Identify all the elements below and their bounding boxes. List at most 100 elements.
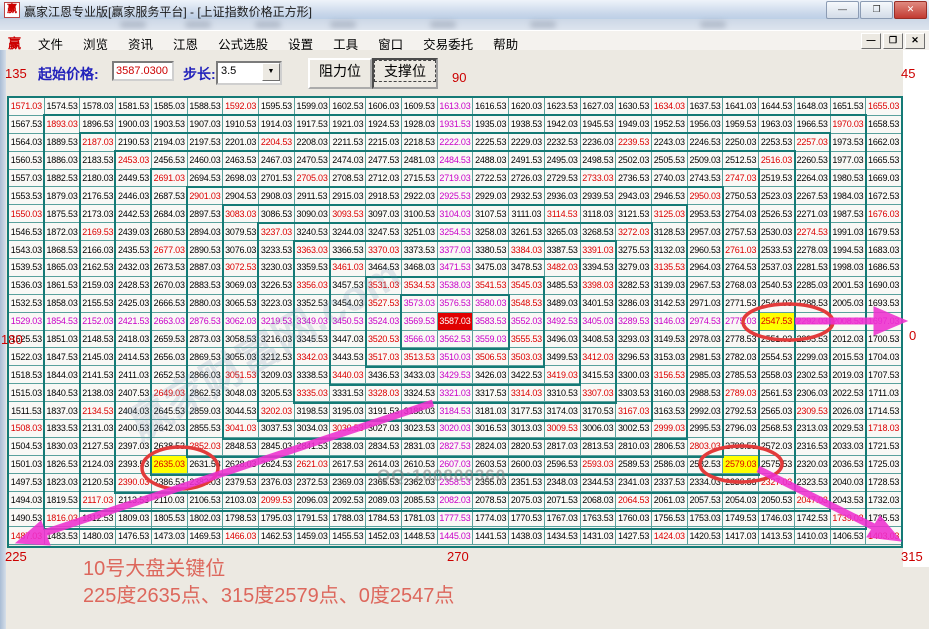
grid-cell[interactable]: 2477.53 <box>366 151 402 169</box>
grid-cell[interactable]: 3268.53 <box>580 223 616 241</box>
grid-cell[interactable]: 2341.03 <box>616 473 652 491</box>
grid-cell[interactable]: 3181.03 <box>473 402 509 420</box>
grid-cell[interactable]: 2393.53 <box>116 455 152 473</box>
grid-cell[interactable]: 2166.03 <box>80 241 116 259</box>
grid-cell[interactable]: 3398.03 <box>580 276 616 294</box>
grid-cell[interactable]: 1718.03 <box>866 420 902 438</box>
grid-cell[interactable]: 3079.53 <box>223 223 259 241</box>
grid-cell[interactable]: 3027.03 <box>366 420 402 438</box>
grid-cell[interactable]: 2446.03 <box>116 187 152 205</box>
grid-cell[interactable]: 1697.03 <box>866 312 902 330</box>
grid-cell[interactable]: 2939.53 <box>580 187 616 205</box>
grid-cell[interactable]: 1648.03 <box>794 98 830 116</box>
grid-cell[interactable]: 3090.03 <box>294 205 330 223</box>
grid-cell[interactable]: 3125.03 <box>651 205 687 223</box>
grid-cell[interactable]: 1963.03 <box>759 115 795 133</box>
grid-cell[interactable]: 3310.53 <box>544 384 580 402</box>
grid-cell[interactable]: 1739.03 <box>830 509 866 527</box>
grid-cell[interactable]: 3510.03 <box>437 348 473 366</box>
grid-cell[interactable]: 2022.53 <box>830 384 866 402</box>
grid-cell[interactable]: 3107.53 <box>473 205 509 223</box>
grid-cell[interactable]: 2897.53 <box>187 205 223 223</box>
grid-cell[interactable]: 1606.03 <box>366 98 402 116</box>
grid-cell[interactable]: 1756.53 <box>651 509 687 527</box>
grid-cell[interactable]: 1616.53 <box>473 98 509 116</box>
grid-cell[interactable]: 2316.53 <box>794 437 830 455</box>
grid-cell[interactable]: 2999.03 <box>651 420 687 438</box>
grid-cell[interactable]: 1721.53 <box>866 437 902 455</box>
grid-cell[interactable]: 3016.53 <box>473 420 509 438</box>
grid-cell[interactable]: 2274.53 <box>794 223 830 241</box>
grid-cell[interactable]: 1623.53 <box>544 98 580 116</box>
grid-cell[interactable]: 2929.03 <box>473 187 509 205</box>
mdi-restore-button[interactable]: ❐ <box>883 33 903 49</box>
grid-cell[interactable]: 1508.03 <box>9 420 45 438</box>
grid-cell[interactable]: 2183.53 <box>80 151 116 169</box>
grid-cell[interactable]: 3384.03 <box>509 241 545 259</box>
grid-cell[interactable]: 2554.53 <box>759 348 795 366</box>
grid-cell[interactable]: 3198.53 <box>294 402 330 420</box>
grid-cell[interactable]: 2754.03 <box>723 205 759 223</box>
grid-cell[interactable]: 2015.53 <box>830 348 866 366</box>
grid-cell[interactable]: 2299.03 <box>794 348 830 366</box>
grid-cell[interactable]: 2813.53 <box>580 437 616 455</box>
grid-cell[interactable]: 2435.53 <box>116 241 152 259</box>
grid-cell[interactable]: 1578.03 <box>80 98 116 116</box>
grid-cell[interactable]: 2218.53 <box>401 133 437 151</box>
grid-cell[interactable]: 2943.03 <box>616 187 652 205</box>
grid-cell[interactable]: 2799.53 <box>723 437 759 455</box>
grid-cell[interactable]: 3552.03 <box>509 312 545 330</box>
grid-cell[interactable]: 2670.03 <box>151 276 187 294</box>
grid-cell[interactable]: 3013.03 <box>509 420 545 438</box>
grid-cell[interactable]: 3041.03 <box>223 420 259 438</box>
grid-cell[interactable]: 1770.53 <box>509 509 545 527</box>
grid-cell[interactable]: 2575.53 <box>759 455 795 473</box>
grid-cell[interactable]: 2719.03 <box>437 169 473 187</box>
grid-cell[interactable]: 1707.53 <box>866 366 902 384</box>
grid-cell[interactable]: 3020.03 <box>437 420 473 438</box>
grid-cell[interactable]: 2551.03 <box>759 330 795 348</box>
grid-cell[interactable]: 1896.53 <box>80 115 116 133</box>
grid-cell[interactable]: 2995.53 <box>687 420 723 438</box>
grid-cell[interactable]: 2540.53 <box>759 276 795 294</box>
grid-cell[interactable]: 3002.53 <box>616 420 652 438</box>
grid-cell[interactable]: 2138.03 <box>80 384 116 402</box>
grid-cell[interactable]: 1851.03 <box>44 330 80 348</box>
grid-cell[interactable]: 3226.53 <box>259 276 295 294</box>
grid-cell[interactable]: 2743.53 <box>687 169 723 187</box>
grid-cell[interactable]: 2561.53 <box>759 384 795 402</box>
grid-cell[interactable]: 2747.03 <box>723 169 759 187</box>
start-price-input[interactable] <box>112 61 174 81</box>
grid-cell[interactable]: 1781.03 <box>401 509 437 527</box>
grid-cell[interactable]: 1424.03 <box>651 527 687 545</box>
grid-cell[interactable]: 1592.03 <box>223 98 259 116</box>
grid-cell[interactable]: 3184.53 <box>437 402 473 420</box>
grid-cell[interactable]: 3496.03 <box>544 330 580 348</box>
grid-cell[interactable]: 2778.53 <box>723 330 759 348</box>
grid-cell[interactable]: 2085.53 <box>401 491 437 509</box>
grid-cell[interactable]: 1763.53 <box>580 509 616 527</box>
grid-cell[interactable]: 2145.03 <box>80 348 116 366</box>
grid-cell[interactable]: 1483.53 <box>44 527 80 545</box>
grid-cell[interactable]: 1536.03 <box>9 276 45 294</box>
grid-cell[interactable]: 3279.03 <box>616 259 652 277</box>
grid-cell[interactable]: 1865.03 <box>44 259 80 277</box>
grid-cell[interactable]: 2827.53 <box>437 437 473 455</box>
grid-cell[interactable]: 1571.03 <box>9 98 45 116</box>
grid-cell[interactable]: 2250.03 <box>723 133 759 151</box>
grid-cell[interactable]: 3541.53 <box>473 276 509 294</box>
close-button[interactable]: ✕ <box>894 1 927 19</box>
support-button[interactable]: 支撑位 <box>372 58 438 89</box>
grid-cell[interactable]: 3097.03 <box>366 205 402 223</box>
grid-cell[interactable]: 1539.53 <box>9 259 45 277</box>
grid-cell[interactable]: 2432.03 <box>116 259 152 277</box>
grid-cell[interactable]: 3254.53 <box>437 223 473 241</box>
grid-cell[interactable]: 2978.03 <box>687 330 723 348</box>
grid-cell[interactable]: 2001.53 <box>830 276 866 294</box>
grid-cell[interactable]: 2509.03 <box>687 151 723 169</box>
grid-cell[interactable]: 1795.03 <box>259 509 295 527</box>
grid-cell[interactable]: 2334.03 <box>687 473 723 491</box>
grid-cell[interactable]: 2386.53 <box>151 473 187 491</box>
grid-cell[interactable]: 3573.03 <box>401 294 437 312</box>
grid-cell[interactable]: 1595.53 <box>259 98 295 116</box>
